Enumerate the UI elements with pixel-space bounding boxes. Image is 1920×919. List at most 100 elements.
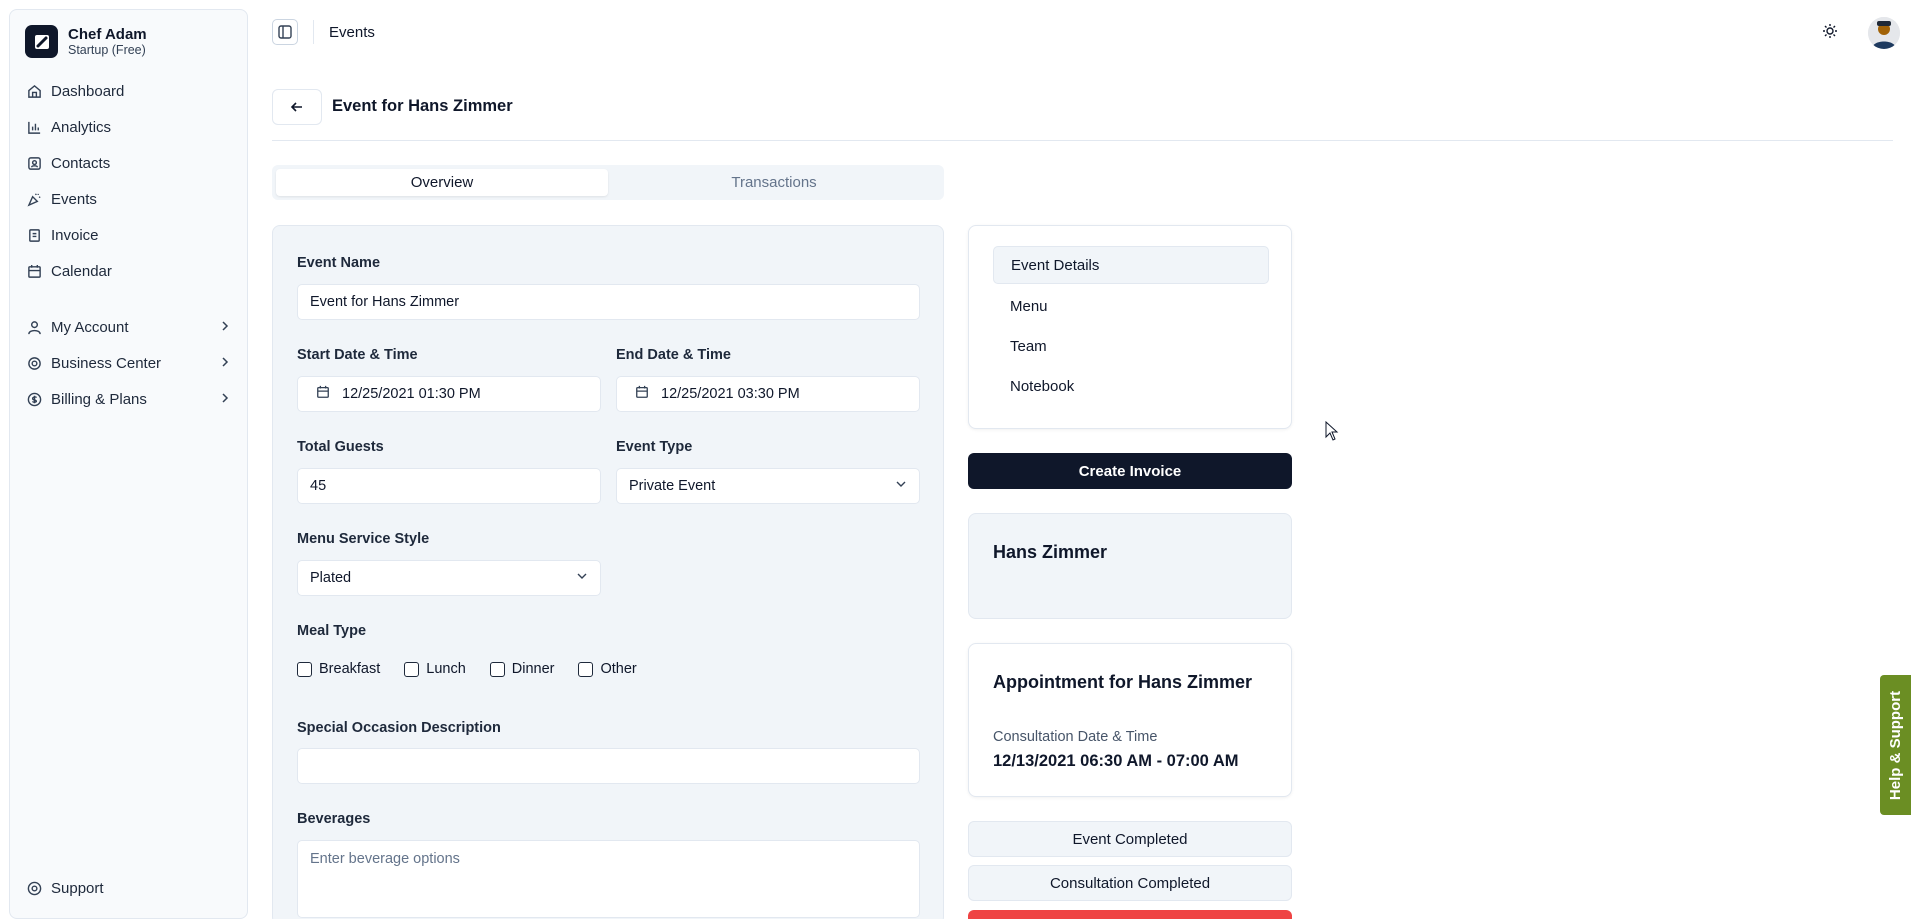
sidebar-item-label: Contacts [51,154,111,172]
receipt-icon [26,227,42,243]
end-date-label: End Date & Time [616,347,731,363]
sidebar-item-my-account[interactable]: My Account [18,309,239,345]
party-popper-icon [26,191,42,207]
occasion-input[interactable] [297,748,920,784]
appointment-card: Appointment for Hans Zimmer Consultation… [968,643,1292,797]
start-date-input[interactable]: 12/25/2021 01:30 PM [297,376,601,412]
calendar-icon [635,385,649,403]
panel-left-icon [278,25,292,39]
sidebar-item-dashboard[interactable]: Dashboard [18,73,239,109]
calendar-icon [26,263,42,279]
client-name: Hans Zimmer [993,542,1108,562]
chevron-down-icon [895,478,907,494]
sidebar-item-events[interactable]: Events [18,181,239,217]
sidebar-item-invoice[interactable]: Invoice [18,217,239,253]
client-card: Hans Zimmer [968,513,1292,619]
menu-service-select[interactable]: Plated [297,560,601,596]
event-completed-button[interactable]: Event Completed [968,821,1292,857]
section-nav-menu[interactable]: Menu [993,287,1269,325]
user-icon [26,319,42,335]
sidebar: Chef Adam Startup (Free) Dashboard Analy… [9,9,248,919]
event-name-input[interactable]: Event for Hans Zimmer [297,284,920,320]
sidebar-item-label: Calendar [51,262,112,280]
chevron-right-icon [219,391,231,408]
section-nav-event-details[interactable]: Event Details [993,246,1269,284]
event-type-label: Event Type [616,439,693,455]
section-nav: Event Details Menu Team Notebook [968,225,1292,429]
calendar-icon [316,385,330,403]
arrow-left-icon [290,102,302,112]
beverages-placeholder: Enter beverage options [310,851,460,867]
sidebar-nav: Dashboard Analytics Contacts Events Invo… [10,73,247,417]
tab-bar: Overview Transactions [272,165,944,200]
brand-plan: Startup (Free) [68,43,146,57]
contacts-icon [26,155,42,171]
event-type-value: Private Event [629,478,716,494]
total-guests-label: Total Guests [297,439,384,455]
meal-checkbox-lunch[interactable]: Lunch [404,661,466,677]
sidebar-item-contacts[interactable]: Contacts [18,145,239,181]
consultation-completed-button[interactable]: Consultation Completed [968,865,1292,901]
appointment-value: 12/13/2021 06:30 AM - 07:00 AM [993,752,1239,770]
sidebar-item-calendar[interactable]: Calendar [18,253,239,289]
chevron-right-icon [219,355,231,372]
checkbox[interactable] [489,661,505,677]
avatar[interactable] [1868,17,1900,49]
total-guests-input[interactable]: 45 [297,468,601,504]
brand-name: Chef Adam [68,26,147,43]
beverages-label: Beverages [297,811,371,827]
checkbox[interactable] [578,661,594,677]
end-date-value: 12/25/2021 03:30 PM [661,386,800,402]
total-guests-value: 45 [310,478,327,494]
back-button[interactable] [272,89,322,125]
help-support-tab[interactable]: Help & Support [1880,675,1911,815]
sidebar-item-label: Events [51,190,97,208]
event-name-label: Event Name [297,255,381,271]
meal-checkbox-breakfast[interactable]: Breakfast [297,661,380,677]
brand[interactable]: Chef Adam Startup (Free) [10,10,247,73]
create-invoice-button[interactable]: Create Invoice [968,453,1292,489]
event-type-select[interactable]: Private Event [616,468,920,504]
checkbox[interactable] [404,661,420,677]
event-name-value: Event for Hans Zimmer [310,294,460,310]
topbar: Events [272,0,1920,64]
end-date-input[interactable]: 12/25/2021 03:30 PM [616,376,920,412]
section-nav-notebook[interactable]: Notebook [993,367,1269,405]
checkbox[interactable] [297,661,312,677]
sidebar-item-label: Analytics [51,118,112,136]
beverages-textarea[interactable]: Enter beverage options [297,840,920,918]
tab-transactions[interactable]: Transactions [608,169,940,196]
danger-button[interactable] [968,910,1292,919]
start-date-value: 12/25/2021 01:30 PM [342,386,481,402]
chevron-down-icon [576,570,588,586]
chevron-right-icon [219,319,231,336]
sidebar-item-label: My Account [51,318,129,336]
event-form: Event Name Event for Hans Zimmer Start D… [272,225,944,919]
occasion-label: Special Occasion Description [297,720,501,736]
sidebar-item-label: Business Center [51,354,162,372]
divider [313,20,314,44]
dollar-icon [26,391,42,407]
tab-overview[interactable]: Overview [276,169,608,196]
sun-icon[interactable] [1822,23,1838,43]
sidebar-toggle-button[interactable] [272,19,298,45]
sidebar-item-analytics[interactable]: Analytics [18,109,239,145]
bar-chart-icon [26,119,42,135]
sidebar-item-label: Invoice [51,226,99,244]
meal-checkbox-other[interactable]: Other [578,661,637,677]
mouse-cursor-icon [1325,420,1339,445]
lifebuoy-icon [26,880,42,896]
menu-service-value: Plated [310,570,352,586]
section-nav-team[interactable]: Team [993,327,1269,365]
home-icon [26,83,42,99]
sidebar-item-support[interactable]: Support [18,870,239,906]
sidebar-item-billing-plans[interactable]: Billing & Plans [18,381,239,417]
appointment-label: Consultation Date & Time [993,729,1158,745]
topbar-actions [1822,17,1900,49]
meal-checkbox-dinner[interactable]: Dinner [489,661,554,677]
meal-type-group: Breakfast Lunch Dinner Other [297,661,661,677]
menu-service-label: Menu Service Style [297,531,430,547]
breadcrumb[interactable]: Events [329,24,375,41]
page-header: Event for Hans Zimmer [272,89,1893,141]
sidebar-item-business-center[interactable]: Business Center [18,345,239,381]
